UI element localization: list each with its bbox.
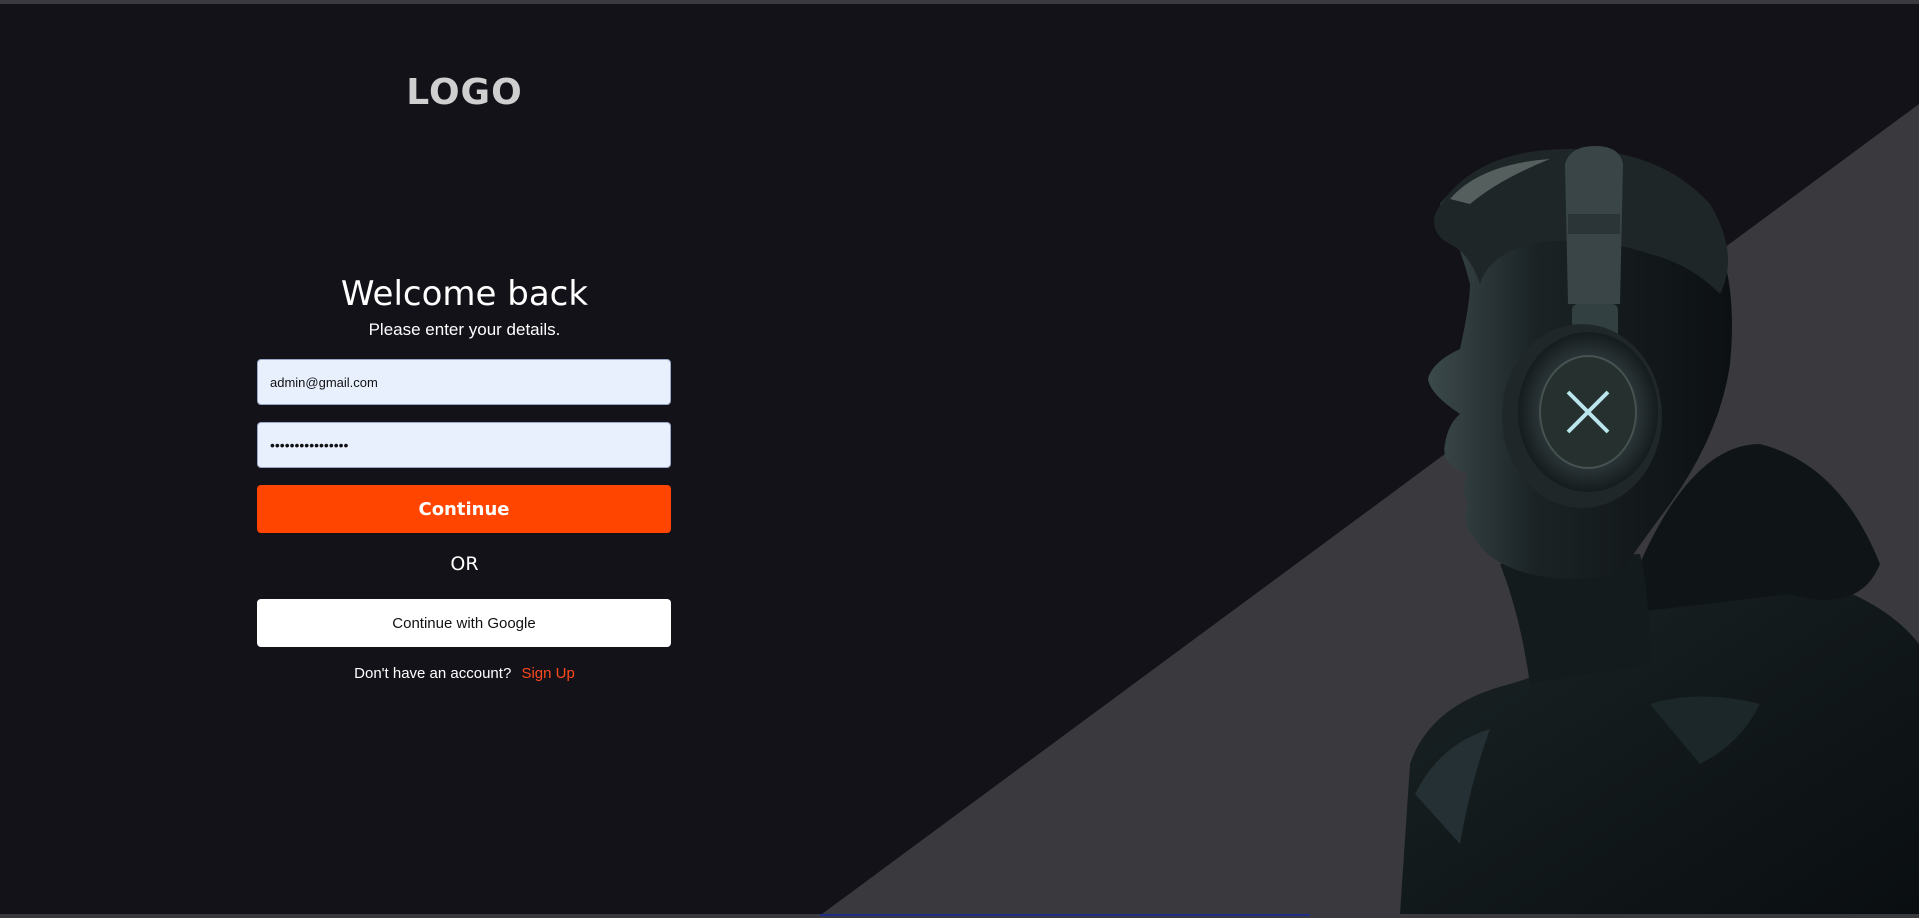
page-subtitle: Please enter your details. [368,320,561,339]
page-title: Welcome back [340,274,589,314]
login-page: LOGO Welcome back Please enter your deta… [0,4,1919,914]
signup-prompt: Don't have an account? Sign Up [0,665,929,682]
hero-image [1400,146,1919,914]
continue-button[interactable]: Continue [257,485,671,533]
password-field[interactable] [257,422,671,468]
window-bottom-border [0,914,1919,918]
or-divider-label: OR [450,553,479,575]
email-field[interactable] [257,359,671,405]
window-bottom-accent [820,914,1310,916]
continue-with-google-button[interactable]: Continue with Google [257,599,671,647]
logo: LOGO [406,72,523,113]
no-account-text: Don't have an account? [354,665,512,682]
sign-up-link[interactable]: Sign Up [521,665,574,682]
